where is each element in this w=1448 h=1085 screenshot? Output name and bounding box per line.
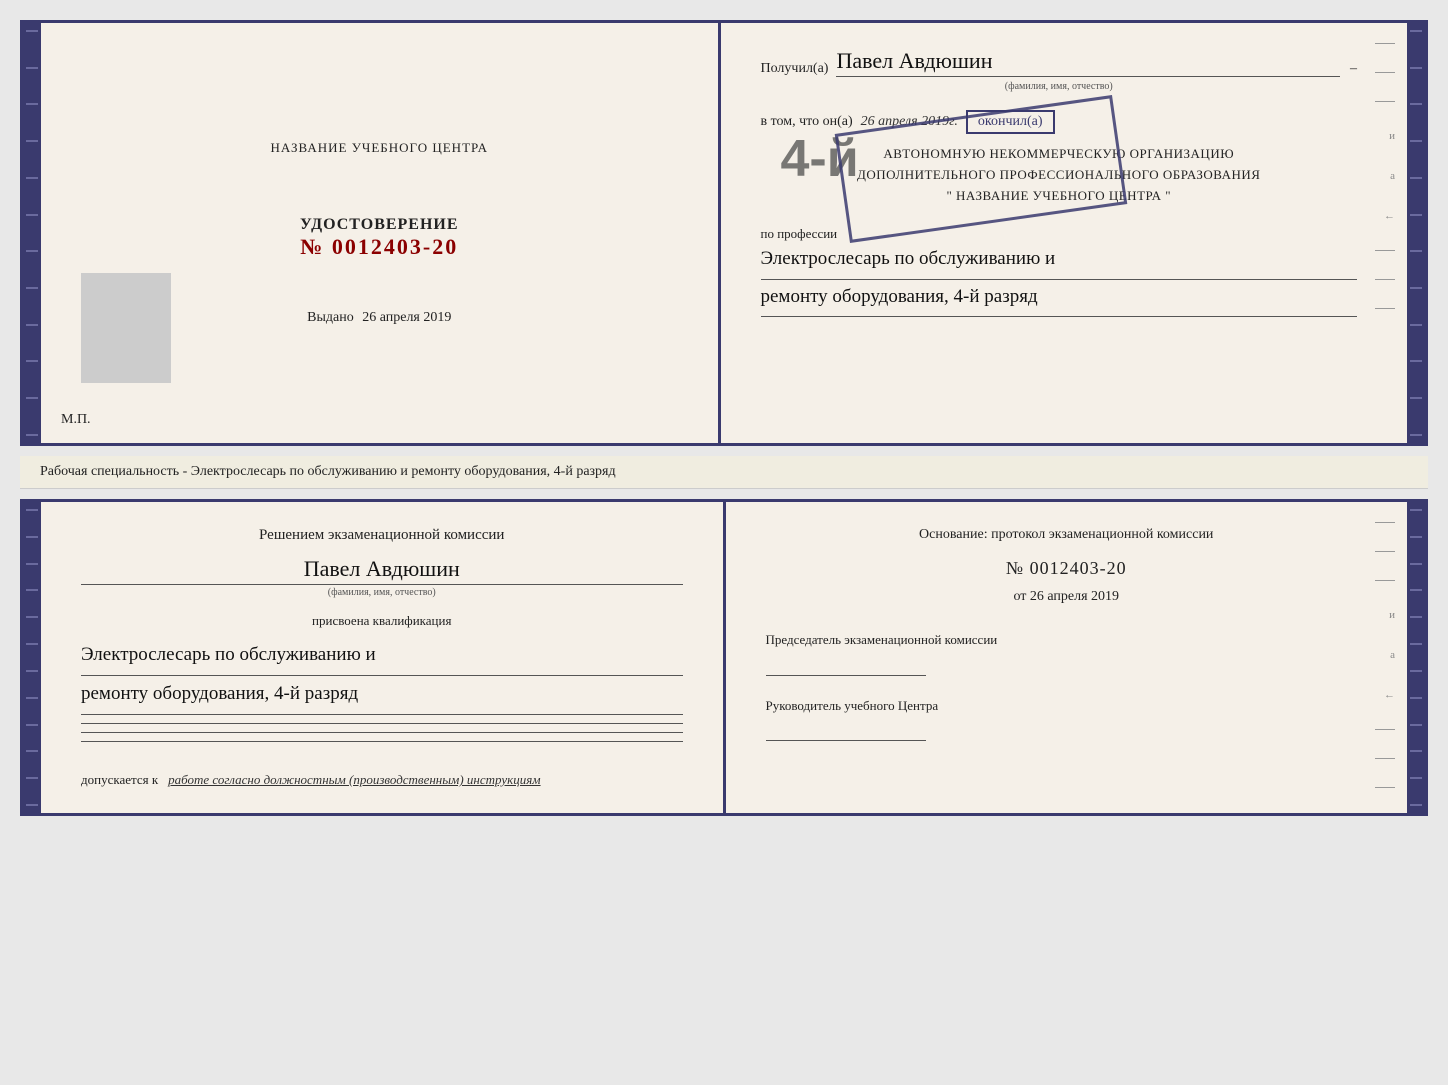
right-edge-lines-bottom: и а ← xyxy=(1375,522,1395,788)
ot-date: от 26 апреля 2019 xyxy=(766,589,1368,605)
prisvoena-label: присвоена квалификация xyxy=(81,613,683,629)
fio-small-bottom: (фамилия, имя, отчество) xyxy=(81,587,683,598)
page-wrapper: НАЗВАНИЕ УЧЕБНОГО ЦЕНТРА УДОСТОВЕРЕНИЕ №… xyxy=(20,20,1428,816)
poluchil-label: Получил(а) xyxy=(761,61,829,77)
left-spine xyxy=(23,23,41,443)
vydano-block: Выдано 26 апреля 2019 xyxy=(307,310,451,326)
top-left-title: НАЗВАНИЕ УЧЕБНОГО ЦЕНТРА xyxy=(271,140,488,156)
left-spine-bottom xyxy=(23,502,41,813)
predsedatel-label: Председатель экзаменационной комиссии xyxy=(766,630,1368,650)
cert-top-left: НАЗВАНИЕ УЧЕБНОГО ЦЕНТРА УДОСТОВЕРЕНИЕ №… xyxy=(41,23,721,443)
predsedatel-block: Председатель экзаменационной комиссии xyxy=(766,630,1368,676)
rukovoditel-signature-line xyxy=(766,740,926,741)
udostoverenie-label: УДОСТОВЕРЕНИЕ xyxy=(300,216,459,234)
dopuskaetsya-row: допускается к работе согласно должностны… xyxy=(81,772,683,788)
cert-number-top: № 0012403-20 xyxy=(300,234,459,260)
recipient-name-bottom: Павел Авдюшин xyxy=(81,556,683,585)
cert-top-right: Получил(а) Павел Авдюшин – (фамилия, имя… xyxy=(721,23,1408,443)
specialty-text: Рабочая специальность - Электрослесарь п… xyxy=(20,456,1428,489)
right-edge-lines-top: и а ← xyxy=(1375,43,1395,309)
osnovaniye-label: Основание: протокол экзаменационной коми… xyxy=(766,527,1368,543)
udostoverenie-block: УДОСТОВЕРЕНИЕ № 0012403-20 xyxy=(300,216,459,260)
resheniem-title: Решением экзаменационной комиссии xyxy=(81,527,683,544)
right-spine-top xyxy=(1407,23,1425,443)
rukovoditel-block: Руководитель учебного Центра xyxy=(766,696,1368,742)
stamp-overlay: 4-й АВТОНОМНУЮ НЕКОММЕРЧЕСКУЮ ОРГАНИЗАЦИ… xyxy=(761,144,1358,206)
profession-top: Электрослесарь по обслуживанию и ремонту… xyxy=(761,242,1358,316)
recipient-name-top: Павел Авдюшин xyxy=(836,48,1340,77)
rukovoditel-label: Руководитель учебного Центра xyxy=(766,696,1368,716)
cert-bottom-left: Решением экзаменационной комиссии Павел … xyxy=(41,502,726,813)
cert-top: НАЗВАНИЕ УЧЕБНОГО ЦЕНТРА УДОСТОВЕРЕНИЕ №… xyxy=(20,20,1428,446)
fio-small-top: (фамилия, имя, отчество) xyxy=(761,81,1358,92)
right-spine-bottom xyxy=(1407,502,1425,813)
cert-bottom-right: Основание: протокол экзаменационной коми… xyxy=(726,502,1408,813)
predsedatel-signature-line xyxy=(766,675,926,676)
profession-bottom: Электрослесарь по обслуживанию и ремонту… xyxy=(81,637,683,715)
cert-bottom: Решением экзаменационной комиссии Павел … xyxy=(20,499,1428,816)
photo-placeholder xyxy=(81,273,171,383)
poluchil-row: Получил(а) Павел Авдюшин – xyxy=(761,48,1358,77)
protocol-number: № 0012403-20 xyxy=(766,558,1368,579)
mp-label: М.П. xyxy=(61,412,91,428)
dopuskaetsya-value: работе согласно должностным (производств… xyxy=(168,772,540,788)
